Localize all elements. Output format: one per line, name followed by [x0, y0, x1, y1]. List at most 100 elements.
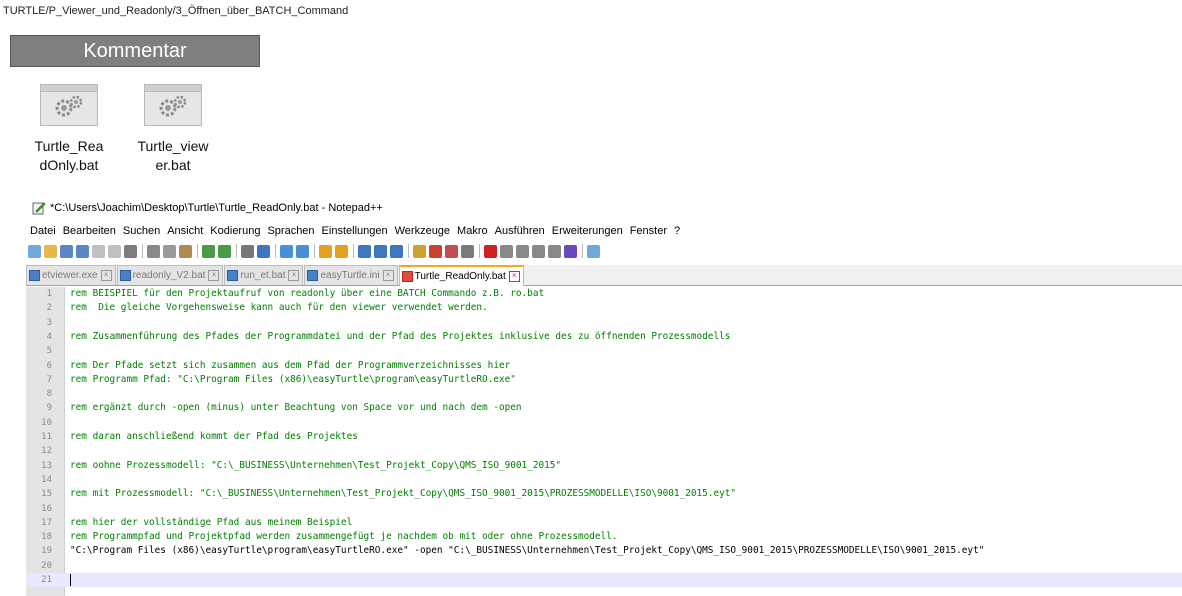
line-number: 15 — [41, 489, 52, 500]
code-text: rem Die gleiche Vorgehensweise kann auch… — [70, 302, 488, 314]
folder-workspace-icon[interactable] — [461, 244, 474, 258]
text-caret — [70, 574, 71, 586]
close-icon[interactable] — [92, 244, 105, 258]
tab-0[interactable]: etviewer.exe × — [26, 265, 116, 285]
close-tab-icon[interactable]: × — [100, 270, 112, 281]
undo-icon[interactable] — [202, 244, 215, 258]
code-text: rem ergänzt durch -open (minus) unter Be… — [70, 402, 522, 414]
zoom-out-icon[interactable] — [296, 244, 309, 258]
desktop-icon-label: Turtle_view er.bat — [137, 138, 209, 173]
sync-h-icon[interactable] — [335, 244, 348, 258]
code-line: 18 rem Programmpfad und Projektpfad werde… — [26, 530, 1182, 544]
toolbar-separator — [236, 244, 237, 258]
new-file-icon[interactable] — [28, 244, 41, 258]
menu-item-4[interactable]: Kodierung — [210, 225, 260, 237]
code-line: 1 rem BEISPIEL für den Projektaufruf von … — [26, 287, 1182, 301]
code-line: 16 — [26, 502, 1182, 516]
code-text: rem mit Prozessmodell: "C:\_BUSINESS\Unt… — [70, 488, 737, 500]
line-number: 14 — [41, 474, 52, 485]
menu-item-1[interactable]: Bearbeiten — [63, 225, 116, 237]
menu-item-5[interactable]: Sprachen — [267, 225, 314, 237]
play-multi-icon[interactable] — [548, 244, 561, 258]
indent-guide-icon[interactable] — [390, 244, 403, 258]
window-title: *C:\Users\Joachim\Desktop\Turtle\Turtle_… — [50, 202, 383, 214]
monitor-icon[interactable] — [484, 244, 497, 258]
tab-3[interactable]: easyTurtle.ini × — [304, 265, 398, 285]
open-file-icon[interactable] — [44, 244, 57, 258]
close-tab-icon[interactable]: × — [288, 270, 300, 281]
line-number: 18 — [41, 532, 52, 543]
code-line: 9 rem ergänzt durch -open (minus) unter B… — [26, 401, 1182, 415]
menu-item-8[interactable]: Makro — [457, 225, 488, 237]
tab-label: etviewer.exe — [42, 270, 98, 281]
breadcrumb: TURTLE/P_Viewer_und_Readonly/3_Öffnen_üb… — [3, 5, 349, 17]
udl-icon[interactable] — [413, 244, 426, 258]
desktop-icon-turtle-viewer[interactable]: Turtle_view er.bat — [128, 84, 218, 175]
menu-item-6[interactable]: Einstellungen — [322, 225, 388, 237]
desktop-icon-label: Turtle_Rea dOnly.bat — [34, 138, 104, 173]
stop-icon[interactable] — [516, 244, 529, 258]
code-line: 5 — [26, 344, 1182, 358]
menu-item-9[interactable]: Ausführen — [495, 225, 545, 237]
all-chars-icon[interactable] — [374, 244, 387, 258]
code-line: 10 — [26, 416, 1182, 430]
wrap-icon[interactable] — [358, 244, 371, 258]
code-text: rem oohne Prozessmodell: "C:\_BUSINESS\U… — [70, 459, 562, 471]
close-tab-icon[interactable]: × — [508, 271, 520, 282]
tab-1[interactable]: readonly_V2.bat × — [116, 265, 224, 285]
line-number: 19 — [41, 546, 52, 557]
menu-item-12[interactable]: ? — [674, 225, 680, 237]
code-line: 4 rem Zusammenführung des Pfades der Prog… — [26, 330, 1182, 344]
toolbar-separator — [408, 244, 409, 258]
find-icon[interactable] — [241, 244, 254, 258]
window-titlebar: *C:\Users\Joachim\Desktop\Turtle\Turtle_… — [26, 196, 1182, 220]
close-all-icon[interactable] — [108, 244, 121, 258]
code-text: rem Programm Pfad: "C:\Program Files (x8… — [70, 373, 516, 385]
menu-item-3[interactable]: Ansicht — [167, 225, 203, 237]
line-number: 11 — [41, 432, 52, 442]
print-icon[interactable] — [124, 244, 137, 258]
code-line: 20 — [26, 559, 1182, 573]
save-icon[interactable] — [60, 244, 73, 258]
close-tab-icon[interactable]: × — [208, 270, 220, 281]
sync-v-icon[interactable] — [319, 244, 332, 258]
line-number: 10 — [41, 417, 52, 428]
line-number: 1 — [46, 289, 52, 299]
line-number: 4 — [46, 331, 52, 342]
menu-item-10[interactable]: Erweiterungen — [552, 225, 623, 237]
close-tab-icon[interactable]: × — [382, 270, 394, 281]
redo-icon[interactable] — [218, 244, 231, 258]
batch-file-gears-icon — [144, 84, 202, 126]
spellcheck-icon[interactable] — [587, 244, 600, 258]
paste-icon[interactable] — [179, 244, 192, 258]
menu-item-11[interactable]: Fenster — [630, 225, 667, 237]
batch-file-gears-icon — [40, 84, 98, 126]
kommentar-button[interactable]: Kommentar — [10, 35, 260, 67]
save-all-icon[interactable] — [76, 244, 89, 258]
tab-2[interactable]: run_et.bat × — [224, 265, 304, 285]
zoom-in-icon[interactable] — [280, 244, 293, 258]
doc-map-icon[interactable] — [429, 244, 442, 258]
play-icon[interactable] — [532, 244, 545, 258]
function-list-icon[interactable] — [445, 244, 458, 258]
menu-bar: Datei Bearbeiten Suchen Ansicht Kodierung Spr… — [26, 222, 1182, 240]
line-number: 20 — [41, 560, 52, 571]
code-text: rem Zusammenführung des Pfades der Progr… — [70, 330, 731, 342]
code-line: 21 — [26, 573, 1182, 588]
record-icon[interactable] — [500, 244, 513, 258]
save-macro-icon[interactable] — [564, 244, 577, 258]
cut-icon[interactable] — [147, 244, 160, 258]
editor[interactable]: 1 rem BEISPIEL für den Projektaufruf von … — [26, 287, 1182, 596]
code-line: 15 rem mit Prozessmodell: "C:\_BUSINESS\U… — [26, 487, 1182, 501]
menu-item-2[interactable]: Suchen — [123, 225, 160, 237]
menu-item-0[interactable]: Datei — [30, 225, 56, 237]
copy-icon[interactable] — [163, 244, 176, 258]
menu-item-7[interactable]: Werkzeuge — [395, 225, 450, 237]
desktop-icon-turtle-readonly[interactable]: Turtle_Rea dOnly.bat — [24, 84, 114, 175]
tab-label: run_et.bat — [240, 270, 286, 281]
tab-4[interactable]: Turtle_ReadOnly.bat × — [398, 265, 524, 286]
tab-label: Turtle_ReadOnly.bat — [414, 271, 506, 282]
file-icon — [119, 270, 131, 281]
replace-icon[interactable] — [257, 244, 270, 258]
line-number: 8 — [46, 389, 52, 400]
